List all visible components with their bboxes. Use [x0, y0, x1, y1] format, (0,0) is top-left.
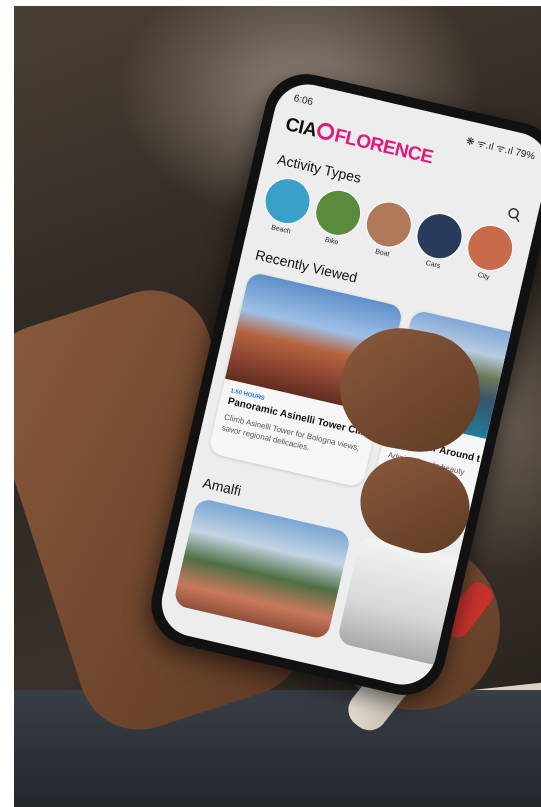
- city-thumbnail: [462, 220, 518, 276]
- activity-label: Boat: [374, 248, 391, 259]
- beach-thumbnail: [259, 173, 316, 229]
- image-border: [0, 0, 14, 807]
- status-indicators: ❋ ᯤ.ıl ᯤ.ıl 79%: [464, 135, 536, 163]
- activity-cars[interactable]: Cars: [410, 208, 468, 274]
- logo-ciao: CIA: [283, 114, 319, 142]
- cars-thumbnail: [411, 208, 468, 264]
- boat-thumbnail: [361, 196, 417, 253]
- bike-thumbnail: [310, 185, 366, 241]
- image-border: [0, 0, 541, 6]
- amalfi-heading: Amalfi: [201, 474, 243, 499]
- activity-label: Bike: [324, 236, 339, 247]
- activity-label: Beach: [270, 224, 292, 236]
- activity-city[interactable]: City: [460, 220, 518, 285]
- search-icon[interactable]: [506, 206, 523, 223]
- status-time: 6:06: [292, 93, 314, 109]
- photo-background: 6:06 ❋ ᯤ.ıl ᯤ.ıl 79% CIA FLORENCE Activit…: [0, 0, 541, 807]
- amalfi-card[interactable]: [172, 497, 352, 641]
- activity-label: City: [476, 271, 491, 282]
- activity-beach[interactable]: Beach: [258, 173, 316, 239]
- sleeve: [0, 690, 541, 807]
- activity-bike[interactable]: Bike: [308, 185, 366, 250]
- activity-boat[interactable]: Boat: [359, 196, 417, 262]
- activity-label: Cars: [424, 259, 441, 271]
